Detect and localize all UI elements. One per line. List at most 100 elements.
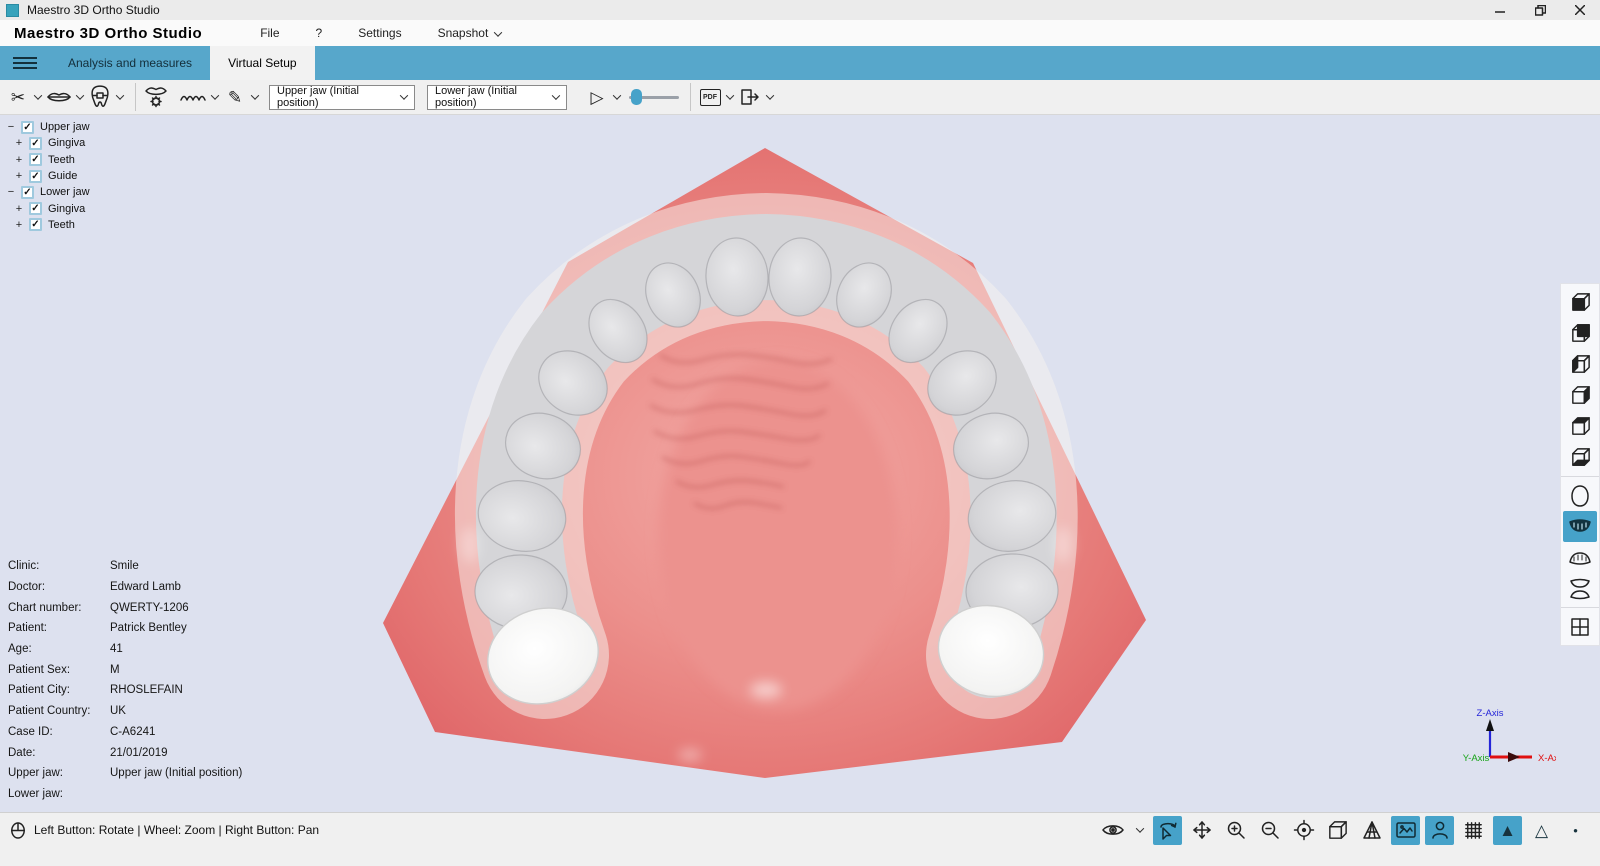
gingiva-tool-dropdown[interactable] bbox=[72, 83, 88, 111]
tree-checkbox[interactable]: ✓ bbox=[29, 170, 42, 183]
play-dropdown[interactable] bbox=[609, 83, 625, 111]
export-button[interactable] bbox=[738, 83, 762, 111]
tree-expander[interactable]: + bbox=[14, 154, 24, 166]
tree-row-gingiva-lower[interactable]: + ✓ Gingiva bbox=[14, 200, 90, 216]
rotate-tool-button[interactable] bbox=[1153, 816, 1182, 845]
play-animation-button[interactable]: ▷ bbox=[585, 83, 609, 111]
tree-expander[interactable]: − bbox=[6, 121, 16, 133]
tree-checkbox[interactable]: ✓ bbox=[29, 137, 42, 150]
visibility-button[interactable] bbox=[1098, 816, 1127, 845]
mouse-hint-text: Left Button: Rotate | Wheel: Zoom | Righ… bbox=[34, 823, 319, 837]
tree-row-lower-jaw[interactable]: − ✓ Lower jaw bbox=[6, 184, 90, 200]
zoom-in-button[interactable] bbox=[1221, 816, 1250, 845]
draw-tool-button[interactable]: ✎ bbox=[223, 83, 247, 111]
bounding-box-button[interactable] bbox=[1323, 816, 1352, 845]
menu-settings[interactable]: Settings bbox=[340, 26, 419, 40]
lower-jaw-select[interactable]: Lower jaw (Initial position) bbox=[427, 85, 567, 110]
tree-checkbox[interactable]: ✓ bbox=[29, 218, 42, 231]
slider-handle[interactable] bbox=[631, 89, 642, 105]
menu-file[interactable]: File bbox=[242, 26, 297, 40]
view-cube-left-button[interactable] bbox=[1563, 349, 1597, 380]
tree-expander[interactable]: − bbox=[6, 186, 16, 198]
tree-expander[interactable]: + bbox=[14, 219, 24, 231]
x-axis-label: X-Axis bbox=[1538, 753, 1556, 764]
setup-tool-button[interactable] bbox=[143, 83, 169, 111]
hamburger-menu-button[interactable] bbox=[0, 46, 50, 80]
upper-arch-icon bbox=[1567, 519, 1593, 534]
view-cube-front-button[interactable] bbox=[1563, 287, 1597, 318]
tree-checkbox[interactable]: ✓ bbox=[29, 153, 42, 166]
pdf-export-button[interactable]: PDF bbox=[698, 83, 722, 111]
lower-arch-icon bbox=[1567, 550, 1593, 565]
patient-info-row: Patient Country:UK bbox=[8, 701, 242, 722]
status-bar: Left Button: Rotate | Wheel: Zoom | Righ… bbox=[10, 822, 319, 839]
tree-expander[interactable]: + bbox=[14, 137, 24, 149]
multiview-button[interactable] bbox=[1563, 611, 1597, 642]
gingiva-tool-button[interactable] bbox=[46, 83, 72, 111]
tree-checkbox[interactable]: ✓ bbox=[21, 186, 34, 199]
view-cube-right-button[interactable] bbox=[1563, 380, 1597, 411]
texture-grid-button[interactable] bbox=[1459, 816, 1488, 845]
archwire-tool-button[interactable] bbox=[179, 83, 207, 111]
upper-jaw-select[interactable]: Upper jaw (Initial position) bbox=[269, 85, 415, 110]
wireframe-render-button[interactable]: △ bbox=[1527, 816, 1556, 845]
3d-viewport[interactable]: − ✓ Upper jaw + ✓ Gingiva + ✓ Teeth + ✓ … bbox=[0, 115, 1600, 812]
solid-render-button[interactable]: ▲ bbox=[1493, 816, 1522, 845]
tree-row-teeth-upper[interactable]: + ✓ Teeth bbox=[14, 152, 90, 168]
patient-info-row: Age:41 bbox=[8, 639, 242, 660]
center-view-button[interactable] bbox=[1289, 816, 1318, 845]
tree-expander[interactable]: + bbox=[14, 203, 24, 215]
visibility-dropdown[interactable] bbox=[1132, 816, 1148, 844]
view-both-arches-button[interactable] bbox=[1563, 573, 1597, 604]
tree-row-guide[interactable]: + ✓ Guide bbox=[14, 168, 90, 184]
bracket-tool-dropdown[interactable] bbox=[112, 83, 128, 111]
export-dropdown[interactable] bbox=[762, 83, 778, 111]
patient-info-toggle-button[interactable] bbox=[1425, 816, 1454, 845]
tree-checkbox[interactable]: ✓ bbox=[21, 121, 34, 134]
minimize-button[interactable] bbox=[1480, 0, 1520, 20]
mouth-gear-icon bbox=[143, 85, 169, 109]
patient-info-row: Clinic:Smile bbox=[8, 556, 242, 577]
archwire-tool-dropdown[interactable] bbox=[207, 83, 223, 111]
tab-virtual-setup[interactable]: Virtual Setup bbox=[210, 46, 315, 80]
tree-checkbox[interactable]: ✓ bbox=[29, 202, 42, 215]
more-options-button[interactable]: • bbox=[1561, 816, 1590, 845]
bracket-tool-button[interactable] bbox=[88, 83, 112, 111]
mesh-triangle-button[interactable] bbox=[1357, 816, 1386, 845]
tree-row-gingiva-upper[interactable]: + ✓ Gingiva bbox=[14, 135, 90, 151]
cube-bottom-icon bbox=[1569, 446, 1592, 469]
tree-row-teeth-lower[interactable]: + ✓ Teeth bbox=[14, 217, 90, 233]
tree-expander[interactable]: + bbox=[14, 170, 24, 182]
pan-tool-button[interactable] bbox=[1187, 816, 1216, 845]
patient-info-panel: Clinic:Smile Doctor:Edward Lamb Chart nu… bbox=[8, 556, 242, 804]
menu-help[interactable]: ? bbox=[298, 26, 341, 40]
view-cube-top-button[interactable] bbox=[1563, 411, 1597, 442]
cut-tool-dropdown[interactable] bbox=[30, 83, 46, 111]
tree-row-upper-jaw[interactable]: − ✓ Upper jaw bbox=[6, 119, 90, 135]
mesh-grid-icon bbox=[1462, 819, 1485, 842]
view-cube-bottom-button[interactable] bbox=[1563, 442, 1597, 473]
pencil-icon: ✎ bbox=[228, 89, 242, 106]
close-button[interactable] bbox=[1560, 0, 1600, 20]
screenshot-button[interactable] bbox=[1391, 816, 1420, 845]
main-toolbar: ✂ ✎ Upper jaw (Initial position) Lower j… bbox=[0, 80, 1600, 115]
view-arch-form-button[interactable] bbox=[1563, 480, 1597, 511]
zoom-out-button[interactable] bbox=[1255, 816, 1284, 845]
pdf-export-dropdown[interactable] bbox=[722, 83, 738, 111]
patient-info-row: Chart number:QWERTY-1206 bbox=[8, 597, 242, 618]
view-orientation-rail bbox=[1560, 283, 1600, 646]
view-cube-back-button[interactable] bbox=[1563, 318, 1597, 349]
y-axis-label: Y-Axis bbox=[1463, 753, 1490, 764]
tab-analysis-and-measures[interactable]: Analysis and measures bbox=[50, 46, 210, 80]
draw-tool-dropdown[interactable] bbox=[247, 83, 263, 111]
arch-form-icon bbox=[1570, 484, 1590, 508]
restore-button[interactable] bbox=[1520, 0, 1560, 20]
chevron-down-icon bbox=[116, 91, 124, 99]
menu-snapshot[interactable]: Snapshot bbox=[420, 26, 519, 40]
scissors-icon: ✂ bbox=[11, 89, 25, 106]
view-upper-arch-button[interactable] bbox=[1563, 511, 1597, 542]
animation-slider[interactable] bbox=[629, 83, 679, 111]
view-lower-arch-button[interactable] bbox=[1563, 542, 1597, 573]
cut-tool-button[interactable]: ✂ bbox=[6, 83, 30, 111]
patient-info-row: Upper jaw:Upper jaw (Initial position) bbox=[8, 763, 242, 784]
